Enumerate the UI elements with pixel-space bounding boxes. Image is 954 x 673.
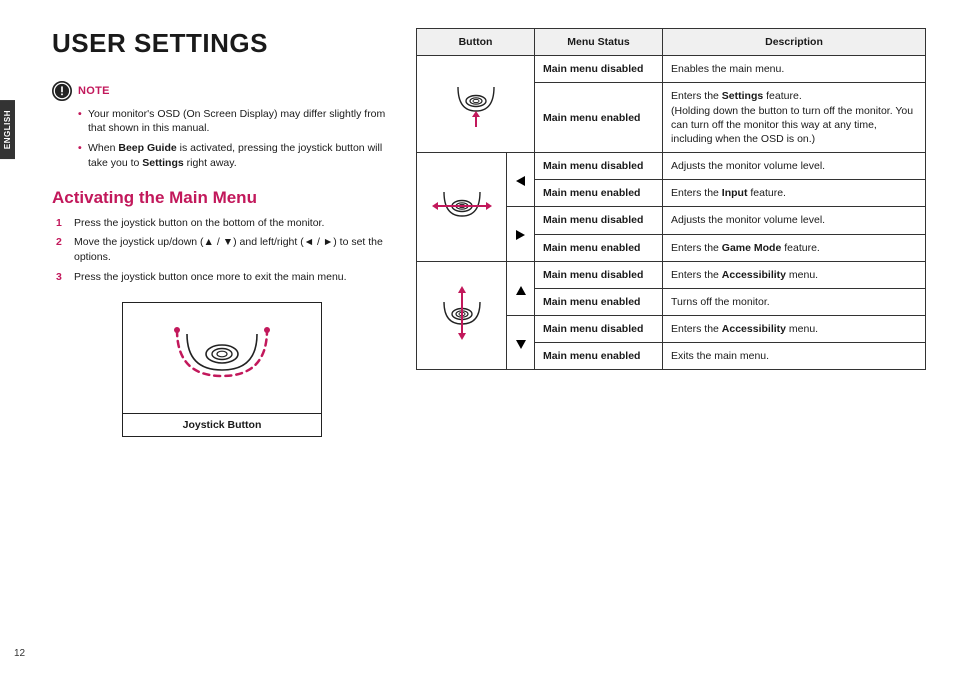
table-row: Main menu disabled Adjusts the monitor v… <box>417 153 926 180</box>
left-column: USER SETTINGS NOTE Your monitor's OSD (O… <box>52 28 392 437</box>
th-description: Description <box>663 29 926 56</box>
status-cell: Main menu enabled <box>535 83 663 153</box>
joystick-horizontal-icon <box>432 178 492 232</box>
desc-cell: Enters the Accessibility menu. <box>663 316 926 343</box>
right-column: Button Menu Status Description <box>416 28 926 437</box>
desc-cell: Exits the main menu. <box>663 343 926 370</box>
button-cell-vertical <box>417 261 507 370</box>
status-cell: Main menu disabled <box>535 56 663 83</box>
status-cell: Main menu enabled <box>535 288 663 315</box>
triangle-right-icon <box>516 230 525 240</box>
status-cell: Main menu disabled <box>535 316 663 343</box>
desc-text: Enters the <box>671 323 722 335</box>
table-row: Main menu disabled Enters the Accessibil… <box>417 261 926 288</box>
status-cell: Main menu enabled <box>535 180 663 207</box>
status-cell: Main menu enabled <box>535 343 663 370</box>
note-header: NOTE <box>52 81 392 101</box>
step-item: Move the joystick up/down (▲ / ▼) and le… <box>52 235 392 264</box>
desc-cell: Turns off the monitor. <box>663 288 926 315</box>
page: USER SETTINGS NOTE Your monitor's OSD (O… <box>0 0 954 461</box>
step-item: Press the joystick button on the bottom … <box>52 216 392 231</box>
desc-text: feature. <box>781 242 820 254</box>
status-cell: Main menu enabled <box>535 234 663 261</box>
status-cell: Main menu disabled <box>535 153 663 180</box>
arrow-left-cell <box>507 153 535 207</box>
note-bold: Beep Guide <box>118 142 176 154</box>
language-tab: ENGLISH <box>0 100 15 159</box>
status-cell: Main menu disabled <box>535 207 663 234</box>
subheading: Activating the Main Menu <box>52 188 392 208</box>
desc-text: Enters the <box>671 242 722 254</box>
triangle-down-icon <box>516 340 526 349</box>
arrow-down-cell <box>507 316 535 370</box>
desc-cell: Enters the Accessibility menu. <box>663 261 926 288</box>
desc-cell: Enters the Settings feature. (Holding do… <box>663 83 926 153</box>
desc-cell: Enters the Game Mode feature. <box>663 234 926 261</box>
note-text: When <box>88 142 118 154</box>
note-text: right away. <box>184 157 237 169</box>
note-item: When Beep Guide is activated, pressing t… <box>78 141 392 169</box>
desc-cell: Adjusts the monitor volume level. <box>663 153 926 180</box>
joystick-image <box>123 303 321 413</box>
arrow-right-cell <box>507 207 535 261</box>
desc-cell: Enters the Input feature. <box>663 180 926 207</box>
note-label: NOTE <box>78 85 110 97</box>
note-item: Your monitor's OSD (On Screen Display) m… <box>78 107 392 135</box>
triangle-left-icon <box>516 176 525 186</box>
desc-bold: Input <box>722 187 748 199</box>
desc-bold: Settings <box>722 90 763 102</box>
page-title: USER SETTINGS <box>52 28 392 59</box>
desc-bold: Accessibility <box>722 269 786 281</box>
note-list: Your monitor's OSD (On Screen Display) m… <box>78 107 392 170</box>
page-number: 12 <box>14 648 25 659</box>
desc-text: feature. <box>747 187 786 199</box>
joystick-icon <box>162 312 282 404</box>
desc-text: Enters the <box>671 90 722 102</box>
joystick-caption: Joystick Button <box>123 413 321 436</box>
status-cell: Main menu disabled <box>535 261 663 288</box>
step-item: Press the joystick button once more to e… <box>52 270 392 285</box>
desc-text: menu. <box>786 323 818 335</box>
arrow-up-cell <box>507 261 535 315</box>
note-icon <box>52 81 72 101</box>
steps-list: Press the joystick button on the bottom … <box>52 216 392 285</box>
th-button: Button <box>417 29 535 56</box>
desc-text: Enters the <box>671 187 722 199</box>
button-cell-press <box>417 56 535 153</box>
joystick-figure: Joystick Button <box>122 302 322 437</box>
button-table: Button Menu Status Description <box>416 28 926 370</box>
desc-cell: Adjusts the monitor volume level. <box>663 207 926 234</box>
th-menu-status: Menu Status <box>535 29 663 56</box>
desc-text: feature. <box>763 90 802 102</box>
desc-text: (Holding down the button to turn off the… <box>671 105 913 145</box>
table-row: Main menu disabled Enables the main menu… <box>417 56 926 83</box>
note-bold: Settings <box>142 157 183 169</box>
desc-bold: Game Mode <box>722 242 782 254</box>
triangle-up-icon <box>516 286 526 295</box>
note-text: Your monitor's OSD (On Screen Display) m… <box>88 108 385 134</box>
joystick-press-icon <box>446 75 506 129</box>
desc-text: Enters the <box>671 269 722 281</box>
desc-text: menu. <box>786 269 818 281</box>
button-cell-horizontal <box>417 153 507 262</box>
desc-cell: Enables the main menu. <box>663 56 926 83</box>
desc-bold: Accessibility <box>722 323 786 335</box>
joystick-vertical-icon <box>432 286 492 340</box>
